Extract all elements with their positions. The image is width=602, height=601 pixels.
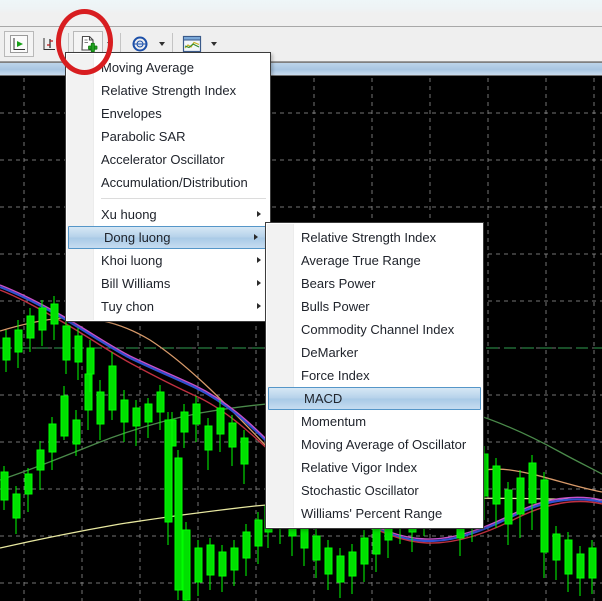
submenu-item-label: Momentum	[301, 414, 367, 429]
menu-item-label: Accelerator Oscillator	[101, 152, 225, 167]
submenu-item-label: Bears Power	[301, 276, 376, 291]
menu-item-tuy-chon[interactable]: Tuy chon	[66, 295, 270, 318]
add-indicator-icon	[80, 35, 97, 52]
submenu-item-label: Average True Range	[301, 253, 421, 268]
submenu-item-force-index[interactable]: Force Index	[266, 364, 483, 387]
submenu-item-label: Force Index	[301, 368, 370, 383]
submenu-item-moving-average-of-oscillator[interactable]: Moving Average of Oscillator	[266, 433, 483, 456]
submenu-item-label: Bulls Power	[301, 299, 370, 314]
submenu-item-demarker[interactable]: DeMarker	[266, 341, 483, 364]
candlestick-chart-button[interactable]	[34, 31, 64, 57]
object-circle-icon	[132, 36, 148, 52]
menu-item-dong-luong[interactable]: Dong luong	[68, 226, 268, 249]
menu-item-khoi-luong[interactable]: Khoi luong	[66, 249, 270, 272]
menu-item-label: Envelopes	[101, 106, 162, 121]
submenu-item-stochastic-oscillator[interactable]: Stochastic Oscillator	[266, 479, 483, 502]
menu-item-label: Xu huong	[101, 207, 157, 222]
dong-luong-submenu[interactable]: Relative Strength Index Average True Ran…	[265, 222, 484, 529]
menu-item-accumulation-distribution[interactable]: Accumulation/Distribution	[66, 171, 270, 194]
menu-item-accelerator-oscillator[interactable]: Accelerator Oscillator	[66, 148, 270, 171]
candlestick-chart-icon	[43, 38, 55, 50]
submenu-item-momentum[interactable]: Momentum	[266, 410, 483, 433]
menu-item-label: Parabolic SAR	[101, 129, 186, 144]
submenu-item-label: Williams' Percent Range	[301, 506, 443, 521]
submenu-item-macd[interactable]: MACD	[268, 387, 481, 410]
chevron-right-icon	[254, 234, 258, 240]
menu-item-envelopes[interactable]: Envelopes	[66, 102, 270, 125]
submenu-item-label: Relative Strength Index	[301, 230, 437, 245]
menu-item-label: Accumulation/Distribution	[101, 175, 248, 190]
chevron-right-icon	[257, 303, 261, 309]
menu-item-label: Tuy chon	[101, 299, 154, 314]
submenu-item-label: Commodity Channel Index	[301, 322, 455, 337]
menu-item-label: Dong luong	[104, 230, 171, 245]
submenu-item-relative-strength-index[interactable]: Relative Strength Index	[266, 226, 483, 249]
submenu-item-label: DeMarker	[301, 345, 359, 360]
menu-item-label: Khoi luong	[101, 253, 163, 268]
submenu-item-label: MACD	[304, 391, 343, 406]
submenu-item-commodity-channel-index[interactable]: Commodity Channel Index	[266, 318, 483, 341]
menu-item-moving-average[interactable]: Moving Average	[66, 56, 270, 79]
submenu-item-label: Relative Vigor Index	[301, 460, 418, 475]
submenu-item-label: Stochastic Oscillator	[301, 483, 419, 498]
template-chart-icon	[182, 35, 202, 53]
submenu-item-label: Moving Average of Oscillator	[301, 437, 467, 452]
submenu-item-average-true-range[interactable]: Average True Range	[266, 249, 483, 272]
chevron-right-icon	[257, 280, 261, 286]
menu-item-xu-huong[interactable]: Xu huong	[66, 203, 270, 226]
submenu-item-relative-vigor-index[interactable]: Relative Vigor Index	[266, 456, 483, 479]
menu-item-label: Moving Average	[101, 60, 194, 75]
indicators-menu[interactable]: Moving Average Relative Strength Index E…	[65, 52, 271, 322]
bar-chart-icon	[10, 35, 28, 53]
menu-item-label: Bill Williams	[101, 276, 171, 291]
menu-item-label: Relative Strength Index	[101, 83, 237, 98]
menu-item-parabolic-sar[interactable]: Parabolic SAR	[66, 125, 270, 148]
menu-separator	[101, 198, 266, 199]
submenu-item-williams-percent-range[interactable]: Williams' Percent Range	[266, 502, 483, 525]
submenu-item-bulls-power[interactable]: Bulls Power	[266, 295, 483, 318]
chevron-right-icon	[257, 211, 261, 217]
menu-bar-strip	[0, 0, 602, 14]
menu-item-bill-williams[interactable]: Bill Williams	[66, 272, 270, 295]
upper-toolbar-strip	[0, 14, 602, 27]
menu-item-relative-strength-index[interactable]: Relative Strength Index	[66, 79, 270, 102]
bar-chart-button[interactable]	[4, 31, 34, 57]
submenu-item-bears-power[interactable]: Bears Power	[266, 272, 483, 295]
chevron-right-icon	[257, 257, 261, 263]
